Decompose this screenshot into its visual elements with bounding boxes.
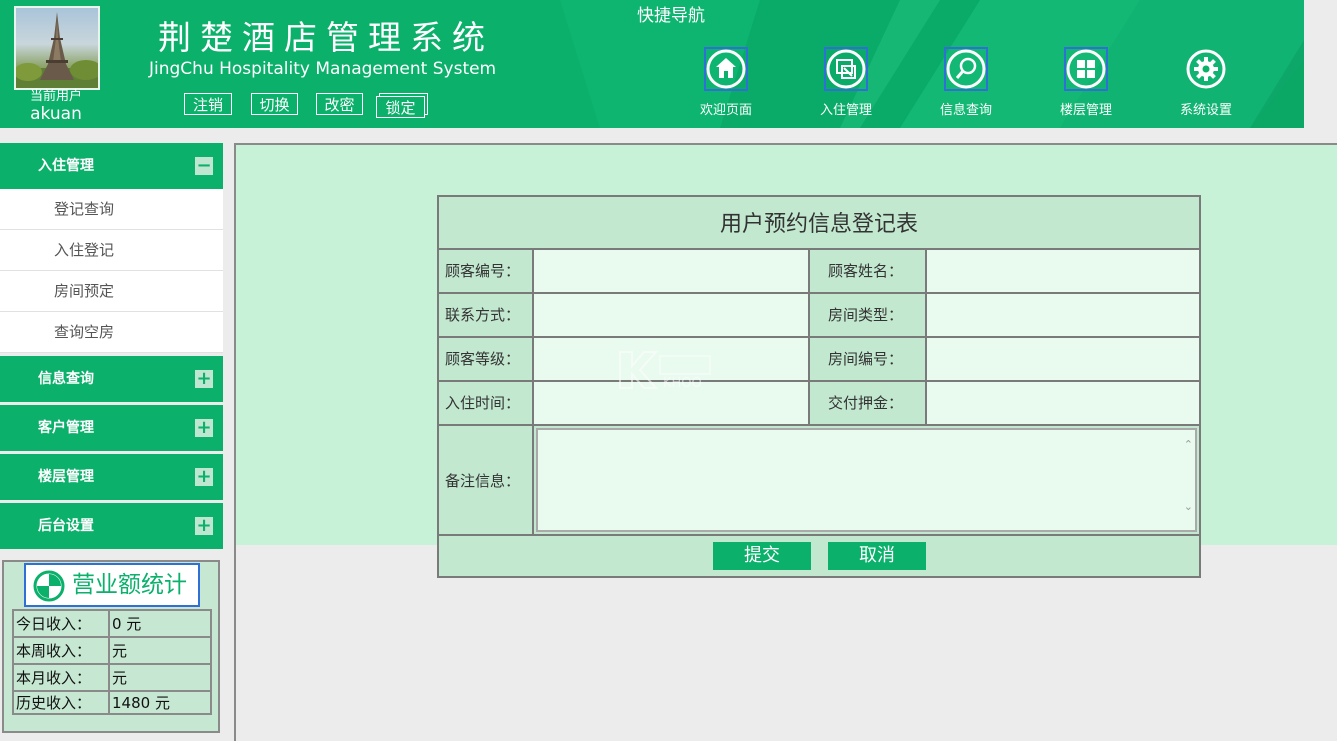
customer-id-cell [534,250,810,294]
contact-label: 联系方式： [439,294,534,338]
form-title: 用户预约信息登记表 [439,197,1199,250]
table-row: 历史收入： 1480 元 [12,690,212,715]
expand-icon[interactable]: + [195,419,213,437]
checkin-icon [824,47,868,91]
change-password-button[interactable]: 改密 [316,93,363,115]
nav-label: 楼层管理 [1059,103,1112,118]
revenue-stats-panel: 营业额统计 今日收入： 0 元 本周收入： 元 本月收入： 元 历史收入： 14… [2,560,220,733]
switch-user-button[interactable]: 切换 [251,93,298,115]
user-avatar[interactable] [14,6,100,90]
stat-label: 本月收入： [12,663,110,692]
nav-label: 欢迎页面 [699,103,752,118]
expand-icon[interactable]: + [195,517,213,535]
watermark-logo: KHOO [619,351,711,390]
logout-button[interactable]: 注销 [184,93,232,115]
collapse-icon[interactable]: − [195,157,213,175]
menu-label: 客户管理 [38,420,94,436]
customer-id-input[interactable] [534,250,808,292]
submenu-checkin: 登记查询 入住登记 房间预定 查询空房 [0,189,223,353]
stat-label: 历史收入： [12,690,110,715]
contact-input[interactable] [534,294,808,336]
room-type-cell [927,294,1199,338]
grid-icon [1064,47,1108,91]
nav-label: 信息查询 [939,103,992,118]
scroll-down-icon[interactable]: ⌄ [1184,500,1193,513]
stat-label: 今日收入： [12,609,110,638]
room-type-input[interactable] [927,294,1199,336]
quick-nav-title: 快捷导航 [637,6,705,26]
room-type-label: 房间类型： [810,294,927,338]
menu-customer-management[interactable]: 客户管理 + [0,405,223,451]
app-header: 当前用户 akuan 荆楚酒店管理系统 JingChu Hospitality … [0,0,1304,128]
deposit-label: 交付押金： [810,382,927,426]
submit-button[interactable]: 提交 [713,542,811,570]
sidebar-item-registration-query[interactable]: 登记查询 [0,189,223,230]
revenue-stats-label: 营业额统计 [72,572,187,598]
menu-floor-management[interactable]: 楼层管理 + [0,454,223,500]
menu-label: 信息查询 [38,371,94,387]
contact-cell [534,294,810,338]
current-user-name: akuan [30,104,82,124]
watermark-text: KHOO [663,376,702,390]
current-user-caption: 当前用户 [29,89,82,104]
table-row: 今日收入： 0 元 [12,609,212,638]
search-icon [944,47,988,91]
customer-level-label: 顾客等级： [439,338,534,382]
menu-label: 入住管理 [38,158,94,174]
nav-system-settings[interactable]: 系统设置 [1156,48,1256,119]
customer-name-label: 顾客姓名： [810,250,927,294]
nav-floor-management[interactable]: 楼层管理 [1036,47,1136,119]
app-title-en: JingChu Hospitality Management System [149,59,497,79]
deposit-input[interactable] [927,382,1199,424]
menu-info-query[interactable]: 信息查询 + [0,356,223,402]
menu-backend-settings[interactable]: 后台设置 + [0,503,223,549]
home-icon [704,47,748,91]
sidebar-item-room-reservation[interactable]: 房间预定 [0,271,223,312]
chart-logo-icon [33,570,65,602]
expand-icon[interactable]: + [195,468,213,486]
sidebar-item-checkin-register[interactable]: 入住登记 [0,230,223,271]
stat-value: 元 [108,663,212,692]
revenue-table: 今日收入： 0 元 本周收入： 元 本月收入： 元 历史收入： 1480 元 [12,609,212,715]
stat-value: 0 元 [108,609,212,638]
nav-checkin-management[interactable]: 入住管理 [796,47,896,119]
nav-welcome[interactable]: 欢迎页面 [676,47,776,119]
eiffel-tower-picture [16,12,98,88]
deposit-cell [927,382,1199,426]
menu-label: 后台设置 [38,518,94,534]
nav-label: 系统设置 [1179,103,1232,118]
gear-icon [1185,48,1227,90]
room-no-input[interactable] [927,338,1199,380]
scroll-up-icon[interactable]: ⌃ [1184,438,1193,451]
menu-checkin-management[interactable]: 入住管理 − [0,143,223,189]
room-no-cell [927,338,1199,382]
stat-value: 元 [108,636,212,665]
remark-cell: ⌃ ⌄ [534,426,1199,536]
expand-icon[interactable]: + [195,370,213,388]
nav-info-query[interactable]: 信息查询 [916,47,1016,119]
checkin-time-label: 入住时间： [439,382,534,426]
revenue-stats-title: 营业额统计 [24,563,200,607]
reservation-form: 用户预约信息登记表 顾客编号： 顾客姓名： 联系方式： 房间类型： 顾客等级： … [437,195,1201,578]
remark-textarea[interactable] [536,428,1197,532]
customer-id-label: 顾客编号： [439,250,534,294]
room-no-label: 房间编号： [810,338,927,382]
nav-label: 入住管理 [819,103,872,118]
table-row: 本月收入： 元 [12,663,212,692]
sidebar-item-vacant-rooms[interactable]: 查询空房 [0,312,223,353]
cancel-button[interactable]: 取消 [828,542,926,570]
table-row: 本周收入： 元 [12,636,212,665]
lock-button[interactable]: 锁定 [376,96,425,118]
remark-label: 备注信息： [439,426,534,536]
customer-name-cell [927,250,1199,294]
stat-label: 本周收入： [12,636,110,665]
customer-name-input[interactable] [927,250,1199,292]
sidebar: 入住管理 − 登记查询 入住登记 房间预定 查询空房 信息查询 + 客户管理 +… [0,143,223,552]
app-title-cn: 荆楚酒店管理系统 [158,18,494,57]
form-button-row: 提交 取消 [439,536,1199,576]
stat-value: 1480 元 [108,690,212,715]
menu-label: 楼层管理 [38,469,94,485]
